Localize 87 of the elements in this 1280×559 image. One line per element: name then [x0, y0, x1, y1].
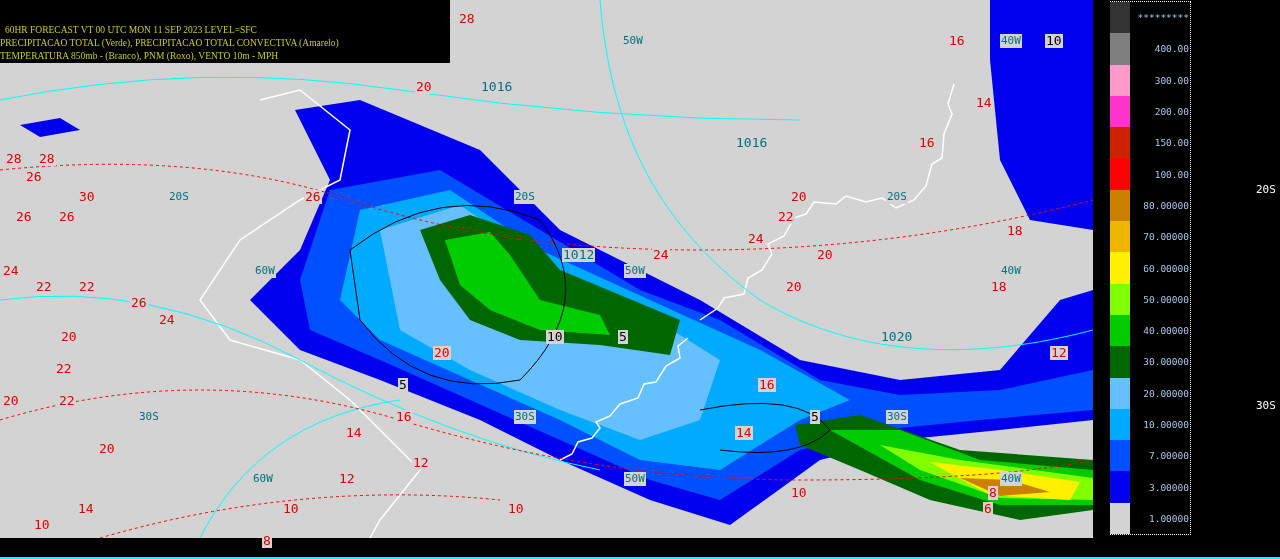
temperature-label: 18	[1006, 224, 1024, 238]
temperature-label: 12	[1050, 346, 1068, 360]
temperature-label: 20	[60, 330, 78, 344]
temperature-label: 20	[2, 394, 20, 408]
temperature-label: 26	[304, 190, 322, 204]
legend-label: 80.00000	[1142, 199, 1190, 211]
legend-label: 400.00	[1153, 43, 1190, 55]
temperature-label: 28	[5, 152, 23, 166]
temperature-label: 14	[345, 426, 363, 440]
precip-contour-label: 10	[1045, 34, 1063, 48]
pressure-label: 1016	[735, 136, 769, 150]
legend-label: 1.00000	[1147, 512, 1190, 524]
temperature-label: 12	[338, 472, 356, 486]
pressure-label: 1012	[562, 248, 596, 262]
temperature-label: 24	[747, 232, 765, 246]
grid-label: 30S	[514, 410, 536, 424]
temperature-label: 10	[507, 502, 525, 516]
legend-label: 60.00000	[1142, 262, 1190, 274]
pressure-label: 1016	[480, 80, 514, 94]
pressure-label: 1020	[880, 330, 914, 344]
grid-label: 40W	[1000, 34, 1022, 48]
grid-label: 20S	[514, 190, 536, 204]
temperature-label: 22	[55, 362, 73, 376]
title-line: PRECIPITACAO TOTAL (Verde), PRECIPITACAO TOTAL CONVECTIVA (Amarelo)	[0, 37, 340, 50]
legend-label: 7.00000	[1147, 450, 1190, 462]
legend-label: 50.00000	[1142, 293, 1190, 305]
temperature-label: 16	[948, 34, 966, 48]
temperature-label: 28	[458, 12, 476, 26]
legend-label: 150.00	[1153, 137, 1190, 149]
legend-label: 300.00	[1153, 74, 1190, 86]
temperature-label: 24	[652, 248, 670, 262]
precip-contour-label: 5	[618, 330, 628, 344]
temperature-label: 30	[78, 190, 96, 204]
temperature-label: 20	[785, 280, 803, 294]
legend-label: 3.00000	[1147, 481, 1190, 493]
temperature-label: 22	[777, 210, 795, 224]
precipitation-patch	[20, 118, 80, 137]
temperature-label: 20	[98, 442, 116, 456]
legend-label: 70.00000	[1142, 231, 1190, 243]
temperature-label: 26	[25, 170, 43, 184]
temperature-label: 24	[158, 313, 176, 327]
temperature-label: 22	[78, 280, 96, 294]
temperature-label: 16	[918, 136, 936, 150]
precip-contour-label: 10	[546, 330, 564, 344]
temperature-label: 20	[816, 248, 834, 262]
temperature-label: 26	[58, 210, 76, 224]
title-line: 60HR FORECAST VT 00 UTC MON 11 SEP 2023 LEVEL=SFC	[4, 24, 258, 37]
grid-label: 50W	[624, 264, 646, 278]
grid-label: 40W	[1000, 472, 1022, 486]
temperature-label: 10	[33, 518, 51, 532]
grid-label: 20S	[886, 190, 908, 204]
temperature-label: 8	[262, 534, 272, 548]
temperature-label: 20	[415, 80, 433, 94]
legend-label: 100.00	[1153, 168, 1190, 180]
legend-label: 30.00000	[1142, 356, 1190, 368]
temperature-label: 20	[790, 190, 808, 204]
temperature-label: 26	[15, 210, 33, 224]
temperature-label: 12	[412, 456, 430, 470]
temperature-label: 6	[983, 502, 993, 516]
legend-label: 10.00000	[1142, 419, 1190, 430]
grid-label: 30S	[886, 410, 908, 424]
legend-label: 200.00	[1153, 106, 1190, 118]
temperature-label: 14	[735, 426, 753, 440]
temperature-label: 18	[990, 280, 1008, 294]
temperature-label: 8	[988, 486, 998, 500]
title-line: TEMPERATURA 850mb - (Branco), PNM (Roxo), VENTO 10m - MPH	[0, 50, 280, 63]
legend-label: 20.00000	[1142, 387, 1190, 399]
temperature-label: 16	[758, 378, 776, 392]
precip-contour-label: 5	[398, 378, 408, 392]
latitude-label: 20S	[1256, 183, 1276, 196]
temperature-label: 22	[35, 280, 53, 294]
temperature-label: 10	[282, 502, 300, 516]
legend-label: *********	[1136, 12, 1190, 24]
grid-label: 50W	[624, 472, 646, 486]
latitude-label: 30S	[1256, 399, 1276, 412]
temperature-label: 28	[38, 152, 56, 166]
legend-label: 40.00000	[1142, 325, 1190, 337]
temperature-label: 24	[2, 264, 20, 278]
temperature-label: 20	[433, 346, 451, 360]
temperature-label: 26	[130, 296, 148, 310]
precip-contour-label: 5	[810, 410, 820, 424]
temperature-label: 22	[58, 394, 76, 408]
temperature-label: 10	[790, 486, 808, 500]
temperature-label: 16	[395, 410, 413, 424]
temperature-label: 14	[77, 502, 95, 516]
grid-label: 60W	[254, 264, 276, 278]
temperature-label: 14	[975, 96, 993, 110]
